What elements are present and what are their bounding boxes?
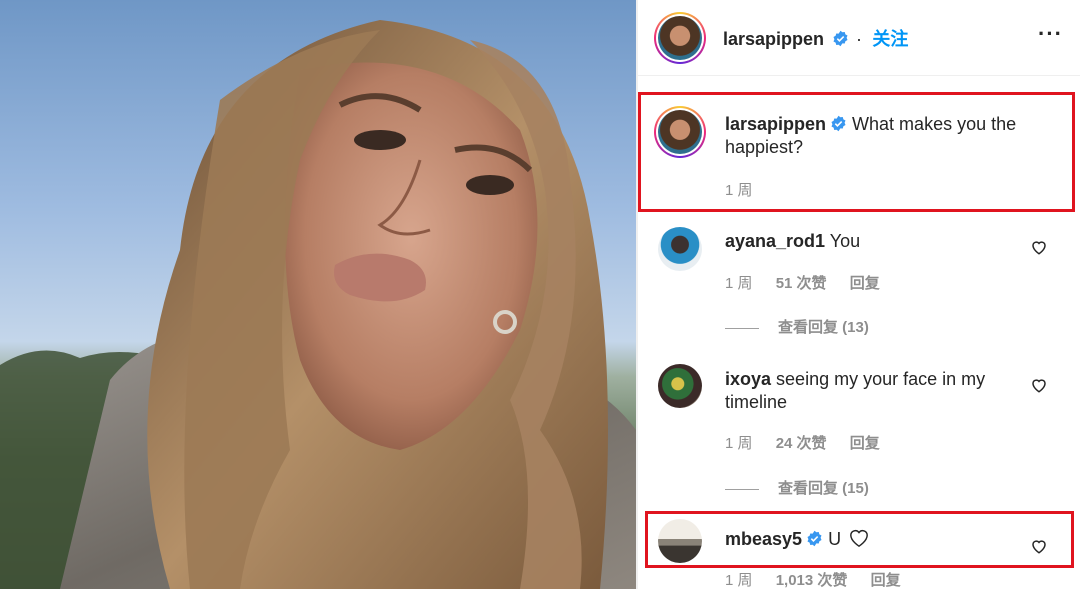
post-photo[interactable] <box>0 0 636 589</box>
verified-badge-icon <box>831 115 846 132</box>
comment-username[interactable]: ayana_rod1 <box>725 231 825 251</box>
more-horizontal-icon[interactable]: ··· <box>1038 23 1062 48</box>
header-dot: · <box>855 29 862 49</box>
heart-emoji-icon <box>850 530 869 548</box>
view-replies-button[interactable]: 查看回复 (15) <box>725 477 869 498</box>
comment-username[interactable]: mbeasy5 <box>725 529 802 549</box>
reply-button[interactable]: 回复 <box>871 572 901 589</box>
reply-button[interactable]: 回复 <box>850 435 880 452</box>
view-replies-line <box>725 327 759 329</box>
like-heart-icon[interactable] <box>1030 376 1048 394</box>
view-replies-label: 查看回复 (13) <box>778 319 869 336</box>
comment-text-block: ayana_rod1 You <box>725 230 1025 253</box>
comment-text-block: ixoya seeing my your face in my timeline <box>725 368 1015 414</box>
comment-meta: 1 周 51 次赞 回复 <box>725 272 899 293</box>
view-replies-label: 查看回复 (15) <box>778 480 869 497</box>
caption-username[interactable]: larsapippen <box>725 114 826 134</box>
view-replies-button[interactable]: 查看回复 (13) <box>725 316 869 337</box>
verified-badge-icon <box>833 30 848 47</box>
comment-text-block: mbeasy5 U <box>725 528 1025 551</box>
follow-button[interactable]: 关注 <box>872 29 908 49</box>
comment-time[interactable]: 1 周 <box>725 572 753 589</box>
like-heart-icon[interactable] <box>1030 537 1048 555</box>
comment-avatar[interactable] <box>658 364 702 408</box>
verified-badge-icon <box>807 530 822 547</box>
comment-meta: 1 周 1,013 次赞 回复 <box>725 569 920 589</box>
comment-meta: 1 周 24 次赞 回复 <box>725 432 899 453</box>
reply-button[interactable]: 回复 <box>850 275 880 292</box>
caption-time[interactable]: 1 周 <box>725 182 753 199</box>
caption-meta: 1 周 <box>725 179 772 200</box>
comment-avatar[interactable] <box>658 519 702 563</box>
header-username[interactable]: larsapippen <box>723 29 824 49</box>
like-heart-icon[interactable] <box>1030 238 1048 256</box>
comment-likes[interactable]: 1,013 次赞 <box>776 572 848 589</box>
comment-likes[interactable]: 51 次赞 <box>776 275 827 292</box>
comment-time[interactable]: 1 周 <box>725 275 753 292</box>
caption-text-block: larsapippen What makes you the happiest? <box>725 113 1055 159</box>
post-header: larsapippen · 关注 ··· <box>638 0 1080 76</box>
comment-avatar[interactable] <box>658 227 702 271</box>
portrait-illustration <box>0 20 636 589</box>
header-avatar[interactable] <box>654 12 706 64</box>
comment-text: U <box>828 529 842 549</box>
header-user-line: larsapippen · 关注 <box>723 25 908 51</box>
view-replies-line <box>725 488 759 490</box>
comment-text: You <box>829 231 861 251</box>
comment-username[interactable]: ixoya <box>725 369 771 389</box>
caption-avatar[interactable] <box>654 106 706 158</box>
comment-likes[interactable]: 24 次赞 <box>776 435 827 452</box>
comment-time[interactable]: 1 周 <box>725 435 753 452</box>
comments-panel: larsapippen · 关注 ··· larsapippen What ma… <box>638 0 1080 589</box>
